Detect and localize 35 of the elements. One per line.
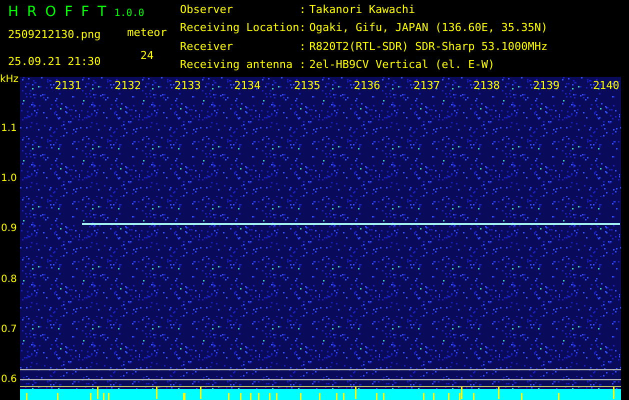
info-separator: : [299,22,307,36]
app-name: H R O F F T [8,4,106,20]
x-tick-label: 2138 [473,80,500,91]
x-tick-label: 2137 [414,80,440,91]
y-tick-label: 0.9 [1,224,17,234]
info-label: Receiving Location [180,22,300,36]
y-tick-label: 0.6 [1,375,17,385]
info-value: 2el-HB9CV Vertical (el. E-W) [309,58,496,73]
y-tick-label: 0.8 [1,274,17,285]
info-separator: : [299,40,307,54]
count-label: meteor [127,26,167,39]
x-tick-label: 2132 [114,80,142,91]
x-tick-label: 2140 [592,80,620,91]
x-tick-label: 2139 [533,80,560,91]
app-version: 1.0.0 [114,8,144,19]
y-tick-label: 1.1 [1,124,17,134]
info-label: Receiver [180,40,234,54]
y-tick-label: 1.0 [1,174,17,184]
file-name: 2509212130.png [8,28,102,41]
y-tick-label: 0.7 [1,324,17,335]
x-tick-label: 2134 [234,80,261,91]
info-value: R820T2(RTL-SDR) SDR-Sharp 53.1000MHz [309,40,548,54]
info-value: Ogaki, Gifu, JAPAN (136.60E, 35.35N) [309,22,548,36]
x-tick-label: 2136 [354,80,380,91]
x-tick-label: 2135 [294,80,320,91]
date-time: 25.09.21 21:30 [8,55,102,68]
info-separator: : [299,58,307,73]
info-separator: : [299,4,307,18]
axis-unit: kHz [0,75,19,85]
x-tick-label: 2131 [54,80,82,91]
x-tick-label: 2133 [174,80,201,91]
info-value: Takanori Kawachi [309,4,416,18]
meteor-count: 24 [140,49,154,62]
info-label: Receiving antenna [180,58,294,73]
info-label: Observer [180,4,234,18]
